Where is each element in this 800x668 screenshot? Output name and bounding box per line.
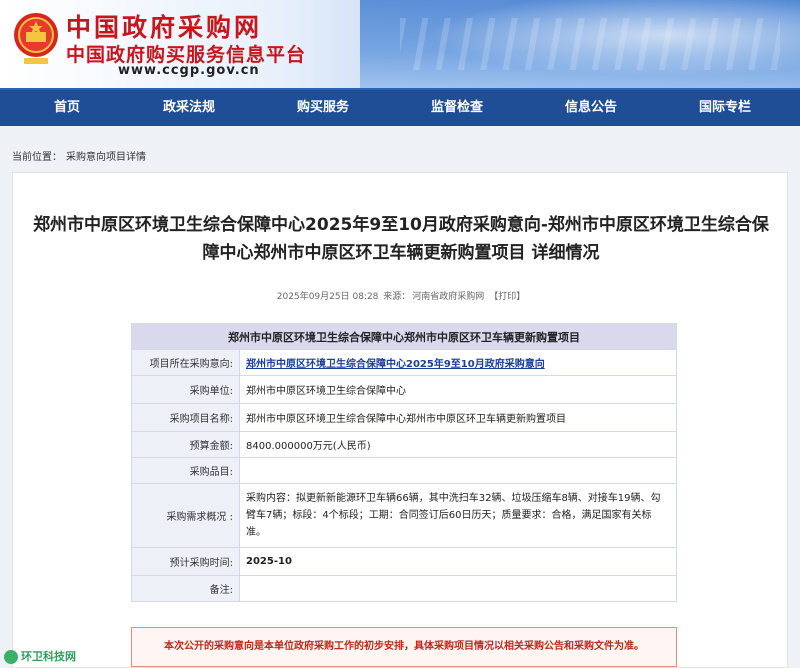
row-label: 预计采购时间: — [131, 547, 240, 576]
table-row: 预算金额: 8400.000000万元(人民币) — [131, 431, 677, 458]
breadcrumb-label: 当前位置： — [12, 152, 62, 163]
row-label: 采购需求概况 : — [131, 483, 240, 548]
row-value: 郑州市中原区环境卫生综合保障中心郑州市中原区环卫车辆更新购置项目 — [239, 403, 677, 432]
site-url: www.ccgp.gov.cn — [118, 63, 260, 78]
row-value: 采购内容：拟更新新能源环卫车辆66辆，其中洗扫车32辆、垃圾压缩车8辆、对接车1… — [239, 483, 677, 548]
breadcrumb: 当前位置： 采购意向项目详情 — [12, 148, 150, 163]
nav-item-purchase-services[interactable]: 购买服务 — [268, 90, 378, 126]
procurement-info-table: 郑州市中原区环境卫生综合保障中心郑州市中原区环卫车辆更新购置项目 项目所在采购意… — [131, 323, 677, 602]
row-label: 项目所在采购意向: — [131, 349, 240, 376]
article-date: 2025年09月25日 08:28 — [276, 292, 379, 302]
table-row: 采购单位: 郑州市中原区环境卫生综合保障中心 — [131, 375, 677, 404]
article-title: 郑州市中原区环境卫生综合保障中心2025年9至10月政府采购意向-郑州市中原区环… — [33, 215, 769, 263]
nav-item-announcements[interactable]: 信息公告 — [536, 90, 646, 126]
source-label: 来源： — [383, 292, 411, 302]
article-meta: 2025年09月25日 08:28 来源： 河南省政府采购网 【打印】 — [13, 289, 789, 302]
row-value: 郑州市中原区环境卫生综合保障中心 — [239, 375, 677, 404]
row-value: 2025-10 — [239, 547, 677, 576]
watermark: 环卫科技网 — [4, 648, 76, 664]
row-label: 预算金额: — [131, 431, 240, 458]
article-panel: 郑州市中原区环境卫生综合保障中心2025年9至10月政府采购意向-郑州市中原区环… — [12, 172, 788, 668]
table-row: 采购项目名称: 郑州市中原区环境卫生综合保障中心郑州市中原区环卫车辆更新购置项目 — [131, 403, 677, 432]
row-value — [239, 575, 677, 602]
table-row: 预计采购时间: 2025-10 — [131, 547, 677, 576]
nav-item-international[interactable]: 国际专栏 — [670, 90, 780, 126]
row-label: 采购单位: — [131, 375, 240, 404]
watermark-text: 环卫科技网 — [21, 650, 76, 663]
row-label: 采购品目: — [131, 457, 240, 484]
table-row: 采购需求概况 : 采购内容：拟更新新能源环卫车辆66辆，其中洗扫车32辆、垃圾压… — [131, 483, 677, 548]
row-value: 郑州市中原区环境卫生综合保障中心2025年9至10月政府采购意向 — [239, 349, 677, 376]
table-row: 采购品目: — [131, 457, 677, 484]
main-nav: 首页 政采法规 购买服务 监督检查 信息公告 国际专栏 — [0, 88, 800, 126]
site-name[interactable]: 中国政府采购网 — [66, 8, 262, 44]
header-banner-background — [360, 0, 800, 88]
row-value: 8400.000000万元(人民币) — [239, 431, 677, 458]
breadcrumb-current[interactable]: 采购意向项目详情 — [66, 152, 146, 163]
article-source: 河南省政府采购网 — [412, 292, 485, 302]
print-link[interactable]: 【打印】 — [489, 292, 525, 302]
notice-box: 本次公开的采购意向是本单位政府采购工作的初步安排，具体采购项目情况以相关采购公告… — [131, 627, 677, 667]
table-row: 项目所在采购意向: 郑州市中原区环境卫生综合保障中心2025年9至10月政府采购… — [131, 349, 677, 376]
site-header: 中国政府采购网 中国政府购买服务信息平台 www.ccgp.gov.cn — [0, 0, 800, 88]
row-label: 采购项目名称: — [131, 403, 240, 432]
nav-item-regulations[interactable]: 政采法规 — [134, 90, 244, 126]
nav-item-home[interactable]: 首页 — [12, 90, 122, 126]
table-row: 备注: — [131, 575, 677, 602]
table-header: 郑州市中原区环境卫生综合保障中心郑州市中原区环卫车辆更新购置项目 — [131, 323, 677, 350]
watermark-logo-icon — [4, 650, 18, 664]
intent-link[interactable]: 郑州市中原区环境卫生综合保障中心2025年9至10月政府采购意向 — [246, 359, 545, 370]
row-label: 备注: — [131, 575, 240, 602]
nav-item-supervision[interactable]: 监督检查 — [402, 90, 512, 126]
row-value — [239, 457, 677, 484]
national-emblem-icon[interactable] — [12, 8, 60, 68]
